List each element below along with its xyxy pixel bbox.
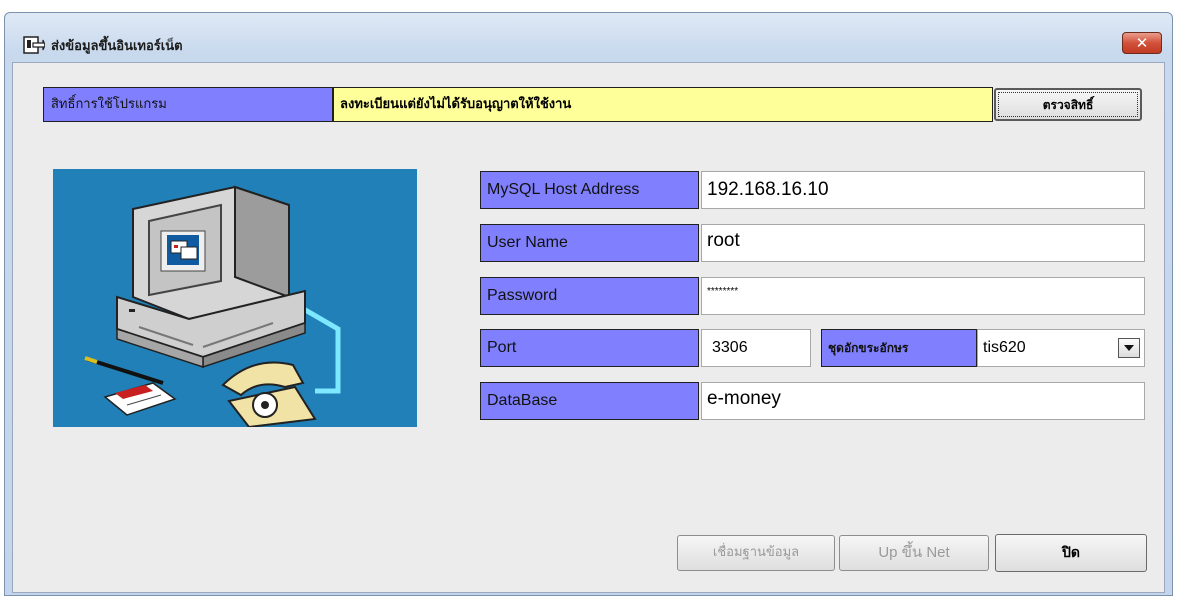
license-status-field: ลงทะเบียนแต่ยังไม่ได้รับอนุญาตให้ใช้งาน: [333, 87, 993, 122]
port-label: Port: [480, 329, 699, 367]
port-input[interactable]: 3306: [701, 329, 811, 367]
title-bar[interactable]: ส่งข้อมูลขึ้นอินเทอร์เน็ต ✕: [5, 13, 1172, 59]
charset-dropdown-button[interactable]: [1118, 338, 1140, 358]
host-input[interactable]: 192.168.16.10: [701, 171, 1145, 209]
app-window-icon: [23, 36, 45, 54]
check-license-button[interactable]: ตรวจสิทธิ์: [994, 88, 1142, 121]
chevron-down-icon: [1124, 345, 1134, 351]
charset-select-value: tis620: [983, 339, 1026, 356]
database-input[interactable]: e-money: [701, 382, 1145, 420]
username-input[interactable]: root: [701, 224, 1145, 262]
connect-database-button[interactable]: เชื่อมฐานข้อมูล: [677, 535, 835, 571]
charset-label: ชุดอักขระอักษร: [821, 329, 977, 367]
close-icon: ✕: [1135, 34, 1149, 52]
password-label: Password: [480, 277, 699, 315]
host-label: MySQL Host Address: [480, 171, 699, 209]
database-label: DataBase: [480, 382, 699, 420]
computer-illustration: [53, 169, 417, 427]
close-button[interactable]: ปิด: [995, 534, 1147, 572]
upload-net-button[interactable]: Up ขึ้น Net: [839, 535, 989, 571]
username-label: User Name: [480, 224, 699, 262]
password-input[interactable]: ********: [701, 277, 1145, 315]
license-label: สิทธิ์การใช้โปรแกรม: [43, 87, 333, 122]
charset-select[interactable]: tis620: [977, 329, 1145, 367]
window-title: ส่งข้อมูลขึ้นอินเทอร์เน็ต: [51, 39, 183, 54]
dialog-window: ส่งข้อมูลขึ้นอินเทอร์เน็ต ✕ สิทธิ์การใช้…: [4, 12, 1173, 596]
dialog-body: สิทธิ์การใช้โปรแกรม ลงทะเบียนแต่ยังไม่ได…: [12, 62, 1165, 593]
close-window-button[interactable]: ✕: [1122, 32, 1162, 54]
computer-phone-illustration-icon: [84, 185, 341, 427]
